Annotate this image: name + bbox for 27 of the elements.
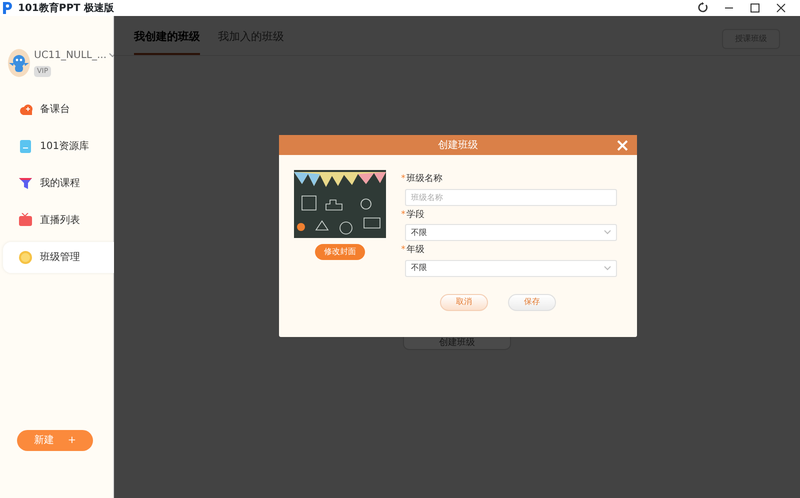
- mascot-icon: [8, 52, 30, 74]
- close-icon[interactable]: [774, 1, 788, 15]
- maximize-icon[interactable]: [748, 1, 762, 15]
- user-name[interactable]: UC11_NULL_...: [34, 48, 107, 63]
- coin-icon: [18, 250, 33, 265]
- field-label: *年级: [401, 244, 426, 257]
- sidebar-item[interactable]: 直播列表: [3, 205, 114, 236]
- chevron-down-icon: [604, 266, 611, 270]
- cloud-icon: [18, 102, 33, 117]
- sidebar-item[interactable]: 我的课程: [3, 168, 114, 199]
- input-field[interactable]: 班级名称: [405, 188, 617, 206]
- avatar[interactable]: [8, 49, 30, 77]
- sidebar-item[interactable]: 101资源库: [3, 131, 114, 162]
- select-field[interactable]: 不限: [405, 224, 617, 241]
- book-icon: [18, 139, 33, 154]
- chevron-down-icon: [604, 230, 611, 235]
- field-label: *班级名称: [401, 173, 444, 186]
- field-label: *学段: [401, 208, 426, 222]
- tv-icon: [18, 213, 33, 228]
- window-title: 101教育PPT 极速版: [18, 1, 114, 16]
- save-button[interactable]: 保存: [508, 294, 556, 310]
- sidebar-item[interactable]: 班级管理: [3, 242, 114, 273]
- dialog-title: 创建班级: [438, 138, 478, 152]
- refresh-icon[interactable]: [696, 1, 710, 15]
- funnel-icon: [18, 176, 33, 191]
- select-field[interactable]: 不限: [405, 260, 617, 276]
- sidebar-item[interactable]: 备课台: [3, 94, 114, 125]
